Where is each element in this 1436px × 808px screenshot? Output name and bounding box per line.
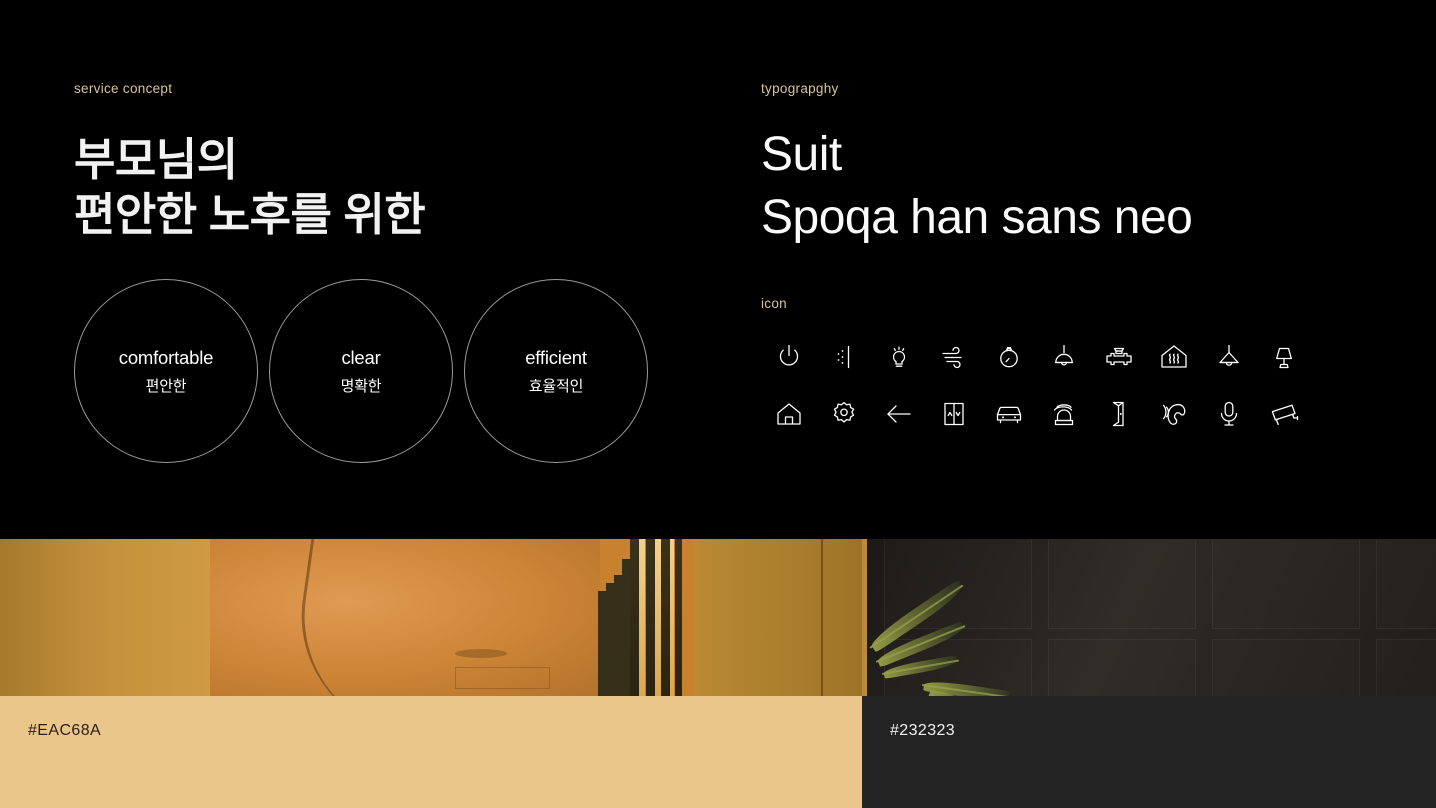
concept-circle-group: comfortable 편안한 clear 명확한 efficient 효율적인 <box>74 279 648 463</box>
concept-circle-clear[interactable]: clear 명확한 <box>269 279 453 463</box>
color-swatch-primary: #EAC68A <box>0 696 862 808</box>
cone-pendant-light-icon[interactable] <box>1201 328 1256 385</box>
elevator-icon[interactable] <box>926 385 981 442</box>
concept-circle-label-ko: 효율적인 <box>528 377 584 395</box>
cctv-camera-icon[interactable] <box>1256 385 1311 442</box>
icon-grid <box>761 328 1311 442</box>
color-code-secondary: #232323 <box>890 722 956 739</box>
concept-circle-efficient[interactable]: efficient 효율적인 <box>464 279 648 463</box>
interior-photo-warm <box>0 539 862 696</box>
headline: 부모님의 편안한 노후를 위한 <box>74 133 694 243</box>
phone-ringing-icon[interactable] <box>1146 385 1201 442</box>
concept-circle-label-en: clear <box>341 346 381 368</box>
typography-label: typograpghy <box>761 81 839 96</box>
dotted-divider-icon[interactable] <box>816 328 871 385</box>
house-heating-icon[interactable] <box>1146 328 1201 385</box>
palette-half-secondary: #232323 <box>862 539 1436 808</box>
headline-line-2: 편안한 노후를 위한 <box>74 188 426 240</box>
concept-circle-comfortable[interactable]: comfortable 편안한 <box>74 279 258 463</box>
font-name-suit: Suit <box>761 128 842 181</box>
concept-circle-label-en: comfortable <box>118 346 214 368</box>
service-concept-label: service concept <box>74 81 173 96</box>
color-palette-section: #EAC68A #232323 <box>0 539 1436 808</box>
headline-line-1: 부모님의 <box>74 134 238 185</box>
power-icon[interactable] <box>761 328 816 385</box>
pendant-lamp-icon[interactable] <box>1036 328 1091 385</box>
light-bulb-icon[interactable] <box>871 328 926 385</box>
thermostat-gauge-icon[interactable] <box>981 328 1036 385</box>
brightness-sun-icon[interactable] <box>816 385 871 442</box>
concept-circle-label-en: efficient <box>525 346 587 368</box>
microphone-icon[interactable] <box>1201 385 1256 442</box>
pipe-valve-icon[interactable] <box>1091 328 1146 385</box>
home-icon[interactable] <box>761 385 816 442</box>
top-dark-section: service concept 부모님의 편안한 노후를 위한 comforta… <box>0 0 1436 539</box>
color-code-primary: #EAC68A <box>28 722 102 739</box>
table-lamp-icon[interactable] <box>1256 328 1311 385</box>
siren-alarm-icon[interactable] <box>1036 385 1091 442</box>
typography-column: typograpghy Suit Spoqa han sans neo icon <box>761 81 1401 426</box>
font-name-spoqa: Spoqa han sans neo <box>761 190 1193 244</box>
icon-label: icon <box>761 296 787 311</box>
interior-photo-dark <box>862 539 1436 696</box>
wind-airflow-icon[interactable] <box>926 328 981 385</box>
car-icon[interactable] <box>981 385 1036 442</box>
type-specimen: Suit Spoqa han sans neo <box>761 128 1401 245</box>
concept-circle-label-ko: 명확한 <box>340 377 382 395</box>
concept-circle-label-ko: 편안한 <box>145 377 187 395</box>
palette-half-primary: #EAC68A <box>0 539 862 808</box>
arrow-left-icon[interactable] <box>871 385 926 442</box>
service-concept-column: service concept 부모님의 편안한 노후를 위한 comforta… <box>74 81 694 463</box>
color-swatch-secondary: #232323 <box>862 696 1436 808</box>
style-guide-page: service concept 부모님의 편안한 노후를 위한 comforta… <box>0 0 1436 808</box>
door-open-icon[interactable] <box>1091 385 1146 442</box>
